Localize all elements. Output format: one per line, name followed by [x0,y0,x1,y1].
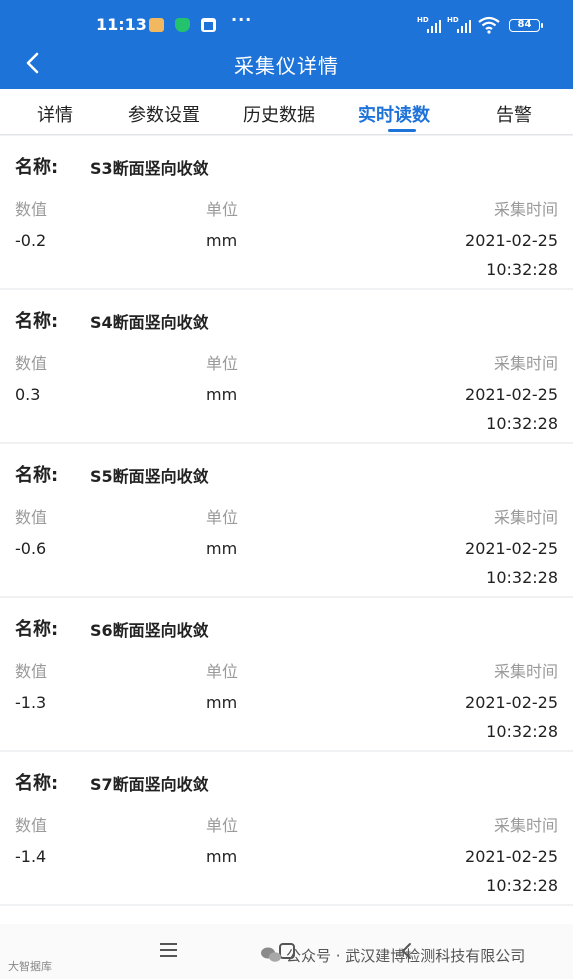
tab-alarms[interactable]: 告警 [496,101,532,127]
status-bar: 11:13 ··· HD HD 84 [0,0,573,40]
reading-value: -1.3 [15,693,47,712]
reading-value: -0.6 [15,539,47,558]
reading-card[interactable]: 名称: S3断面竖向收敛 数值 单位 采集时间 -0.2 mm 2021-02-… [0,136,573,288]
reading-date: 2021-02-25 [465,539,558,558]
sensor-name: S3断面竖向收敛 [90,159,209,178]
menu-icon[interactable] [160,943,177,957]
reading-unit: mm [206,539,238,558]
value-header: 数值 [15,200,48,219]
battery-icon: 84 [509,19,543,32]
tab-parameter-settings[interactable]: 参数设置 [128,101,200,127]
name-label: 名称: [15,773,59,794]
reading-time: 10:32:28 [486,414,558,433]
sensor-name: S7断面竖向收敛 [90,775,209,794]
wifi-icon [478,16,500,34]
reading-value: 0.3 [15,385,41,404]
unit-header: 单位 [206,816,239,835]
status-time: 11:13 [96,15,147,34]
reading-card[interactable]: 名称: S7断面竖向收敛 数值 单位 采集时间 -1.4 mm 2021-02-… [0,752,573,904]
wechat-icon [261,947,281,962]
watermark-corner: 大智据库 [8,960,52,973]
reading-unit: mm [206,693,238,712]
reading-date: 2021-02-25 [465,231,558,250]
tab-realtime-readings[interactable]: 实时读数 [358,101,430,127]
signal-icon: HD [417,16,441,34]
reading-card[interactable]: 名称: S6断面竖向收敛 数值 单位 采集时间 -1.3 mm 2021-02-… [0,598,573,750]
reading-date: 2021-02-25 [465,385,558,404]
sensor-name: S5断面竖向收敛 [90,467,209,486]
active-tab-indicator [388,129,416,132]
reading-unit: mm [206,231,238,250]
reading-value: -0.2 [15,231,47,250]
tab-details[interactable]: 详情 [37,101,73,127]
reading-card[interactable]: 名称: S4断面竖向收敛 数值 单位 采集时间 0.3 mm 2021-02-2… [0,290,573,442]
sensor-name: S4断面竖向收敛 [90,313,209,332]
tab-bar: 详情 参数设置 历史数据 实时读数 告警 [0,89,573,135]
time-header: 采集时间 [493,662,558,681]
reading-time: 10:32:28 [486,568,558,587]
battery-level: 84 [517,19,532,30]
value-header: 数值 [15,508,48,527]
app-icon [201,18,216,32]
reading-time: 10:32:28 [486,260,558,279]
name-label: 名称: [15,157,59,178]
reading-time: 10:32:28 [486,876,558,895]
reading-date: 2021-02-25 [465,693,558,712]
value-header: 数值 [15,354,48,373]
name-label: 名称: [15,311,59,332]
unit-header: 单位 [206,662,239,681]
time-header: 采集时间 [493,200,558,219]
shield-icon [175,18,190,32]
reading-value: -1.4 [15,847,47,866]
page-title: 采集仪详情 [234,54,339,78]
reading-card[interactable]: 名称: S5断面竖向收敛 数值 单位 采集时间 -0.6 mm 2021-02-… [0,444,573,596]
time-header: 采集时间 [493,354,558,373]
unit-header: 单位 [206,200,239,219]
time-header: 采集时间 [493,508,558,527]
app-header: 11:13 ··· HD HD 84 采集仪详情 [0,0,573,89]
reading-time: 10:32:28 [486,722,558,741]
value-header: 数值 [15,662,48,681]
more-notifications-icon: ··· [231,10,253,29]
unit-header: 单位 [206,354,239,373]
value-header: 数值 [15,816,48,835]
tab-history-data[interactable]: 历史数据 [243,101,315,127]
name-label: 名称: [15,465,59,486]
reading-date: 2021-02-25 [465,847,558,866]
name-label: 名称: [15,619,59,640]
reading-unit: mm [206,847,238,866]
notification-icon [149,18,164,32]
sensor-name: S6断面竖向收敛 [90,621,209,640]
unit-header: 单位 [206,508,239,527]
signal-icon-2: HD [447,16,471,34]
reading-unit: mm [206,385,238,404]
reading-card-partial[interactable] [0,906,573,924]
watermark-text: 公众号 · 武汉建博检测科技有限公司 [286,947,526,965]
time-header: 采集时间 [493,816,558,835]
